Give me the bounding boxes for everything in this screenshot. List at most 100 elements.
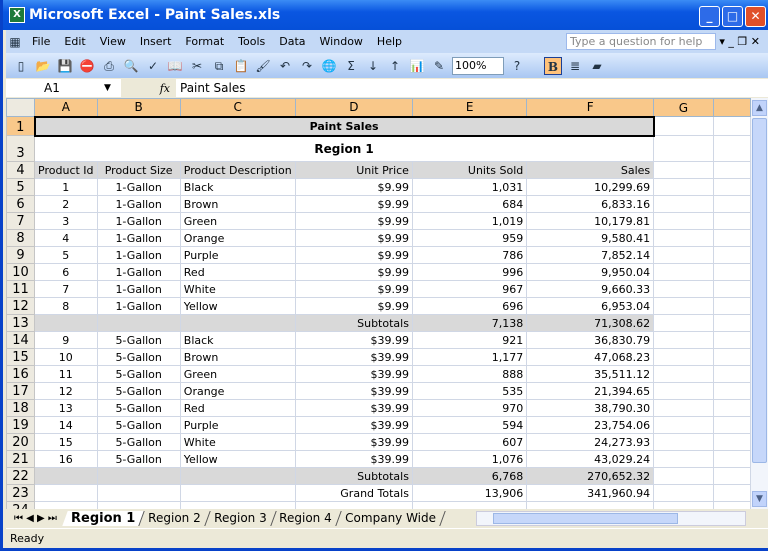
cell[interactable] — [653, 280, 714, 298]
open-icon[interactable]: 📂 — [34, 57, 52, 75]
cell[interactable] — [653, 246, 714, 264]
cell[interactable] — [713, 399, 751, 417]
cell[interactable]: 1,031 — [412, 178, 528, 196]
cell[interactable] — [526, 501, 655, 509]
cell[interactable] — [180, 467, 296, 485]
column-header-blank[interactable] — [712, 98, 751, 117]
cell[interactable]: 6,953.04 — [526, 297, 655, 315]
menu-view[interactable]: View — [100, 35, 126, 48]
formula-input[interactable]: Paint Sales — [176, 79, 768, 97]
menu-data[interactable]: Data — [279, 35, 305, 48]
cell[interactable]: Yellow — [180, 450, 296, 468]
maximize-button[interactable]: □ — [722, 6, 743, 27]
totals-label[interactable]: Subtotals — [295, 314, 413, 332]
cell[interactable]: 1,076 — [412, 450, 528, 468]
row-header-9[interactable]: 9 — [6, 246, 36, 264]
menu-format[interactable]: Format — [185, 35, 224, 48]
scroll-thumb[interactable] — [752, 118, 767, 463]
cell[interactable] — [713, 365, 751, 383]
cell[interactable]: $9.99 — [295, 212, 413, 230]
row-header-13[interactable]: 13 — [6, 314, 36, 332]
row-header-7[interactable]: 7 — [6, 212, 36, 230]
close-button[interactable]: ✕ — [745, 6, 766, 27]
cell[interactable]: 12 — [34, 382, 98, 400]
cell[interactable]: $39.99 — [295, 331, 413, 349]
column-label[interactable]: Product Size — [97, 161, 181, 179]
column-header-F[interactable]: F — [526, 98, 655, 117]
cell[interactable]: Orange — [180, 382, 296, 400]
copy-icon[interactable]: ⧉ — [210, 57, 228, 75]
cell[interactable]: 38,790.30 — [526, 399, 655, 417]
row-header-14[interactable]: 14 — [6, 331, 36, 349]
cell[interactable] — [653, 229, 714, 247]
cell[interactable]: $9.99 — [295, 195, 413, 213]
cell[interactable]: 5-Gallon — [97, 331, 181, 349]
cell[interactable]: $39.99 — [295, 450, 413, 468]
cell[interactable]: 535 — [412, 382, 528, 400]
menu-help[interactable]: Help — [377, 35, 402, 48]
cell[interactable]: 35,511.12 — [526, 365, 655, 383]
cell[interactable]: 5-Gallon — [97, 399, 181, 417]
column-header-C[interactable]: C — [179, 98, 296, 117]
cell[interactable] — [713, 212, 751, 230]
undo-icon[interactable]: ↶ — [276, 57, 294, 75]
cell[interactable] — [713, 382, 751, 400]
cell[interactable] — [34, 501, 98, 509]
cell[interactable] — [713, 263, 751, 281]
cell[interactable] — [34, 484, 98, 502]
cell[interactable]: 921 — [412, 331, 528, 349]
tab-scroll-buttons[interactable]: ⏮ ◀ ▶ ⏭ — [6, 513, 65, 524]
cell[interactable] — [713, 416, 751, 434]
cell[interactable]: 16 — [34, 450, 98, 468]
cell[interactable]: 7,138 — [412, 314, 528, 332]
cell[interactable] — [713, 178, 751, 196]
cell[interactable]: $9.99 — [295, 297, 413, 315]
cell[interactable]: $39.99 — [295, 348, 413, 366]
cell[interactable]: 21,394.65 — [526, 382, 655, 400]
menu-insert[interactable]: Insert — [140, 35, 172, 48]
help-search-input[interactable]: Type a question for help — [566, 33, 716, 50]
column-label[interactable]: Units Sold — [412, 161, 528, 179]
cell[interactable]: 959 — [412, 229, 528, 247]
permission-icon[interactable]: ⛔ — [78, 57, 96, 75]
cell[interactable]: $39.99 — [295, 416, 413, 434]
vertical-scrollbar[interactable]: ▲ ▼ — [751, 98, 768, 509]
bold-button[interactable]: B — [544, 56, 562, 75]
cell[interactable]: 3 — [34, 212, 98, 230]
hyperlink-icon[interactable]: 🌐 — [320, 57, 338, 75]
cell[interactable] — [713, 195, 751, 213]
cell[interactable] — [653, 433, 714, 451]
row-header-24[interactable]: 24 — [6, 501, 36, 509]
cell[interactable]: 6 — [34, 263, 98, 281]
sheet-tab-company-wide[interactable]: Company Wide — [336, 511, 446, 526]
sort-ascending-icon[interactable]: ↓ — [364, 57, 382, 75]
cell[interactable]: $9.99 — [295, 263, 413, 281]
cell[interactable] — [97, 501, 181, 509]
cell[interactable] — [713, 161, 751, 179]
cell[interactable]: 607 — [412, 433, 528, 451]
cell[interactable]: Green — [180, 365, 296, 383]
cell[interactable]: 9,580.41 — [526, 229, 655, 247]
menu-tools[interactable]: Tools — [238, 35, 265, 48]
cell[interactable]: 13 — [34, 399, 98, 417]
cell[interactable] — [653, 195, 714, 213]
row-header-10[interactable]: 10 — [6, 263, 36, 281]
cell[interactable] — [713, 331, 751, 349]
row-header-22[interactable]: 22 — [6, 467, 36, 485]
cell[interactable] — [713, 484, 751, 502]
menu-file[interactable]: File — [32, 35, 50, 48]
row-header-20[interactable]: 20 — [6, 433, 36, 451]
new-icon[interactable]: ▯ — [12, 57, 30, 75]
sheet-tab-region-1[interactable]: Region 1 — [62, 511, 146, 526]
totals-label[interactable]: Grand Totals — [295, 484, 413, 502]
cell[interactable] — [653, 365, 714, 383]
cell[interactable]: 1-Gallon — [97, 195, 181, 213]
cell[interactable] — [713, 246, 751, 264]
column-header-B[interactable]: B — [96, 98, 181, 117]
cell[interactable]: 786 — [412, 246, 528, 264]
row-header-18[interactable]: 18 — [6, 399, 36, 417]
cell[interactable]: Red — [180, 263, 296, 281]
row-header-3[interactable]: 3 — [6, 135, 36, 162]
cell[interactable]: 8 — [34, 297, 98, 315]
cell[interactable]: 1-Gallon — [97, 263, 181, 281]
